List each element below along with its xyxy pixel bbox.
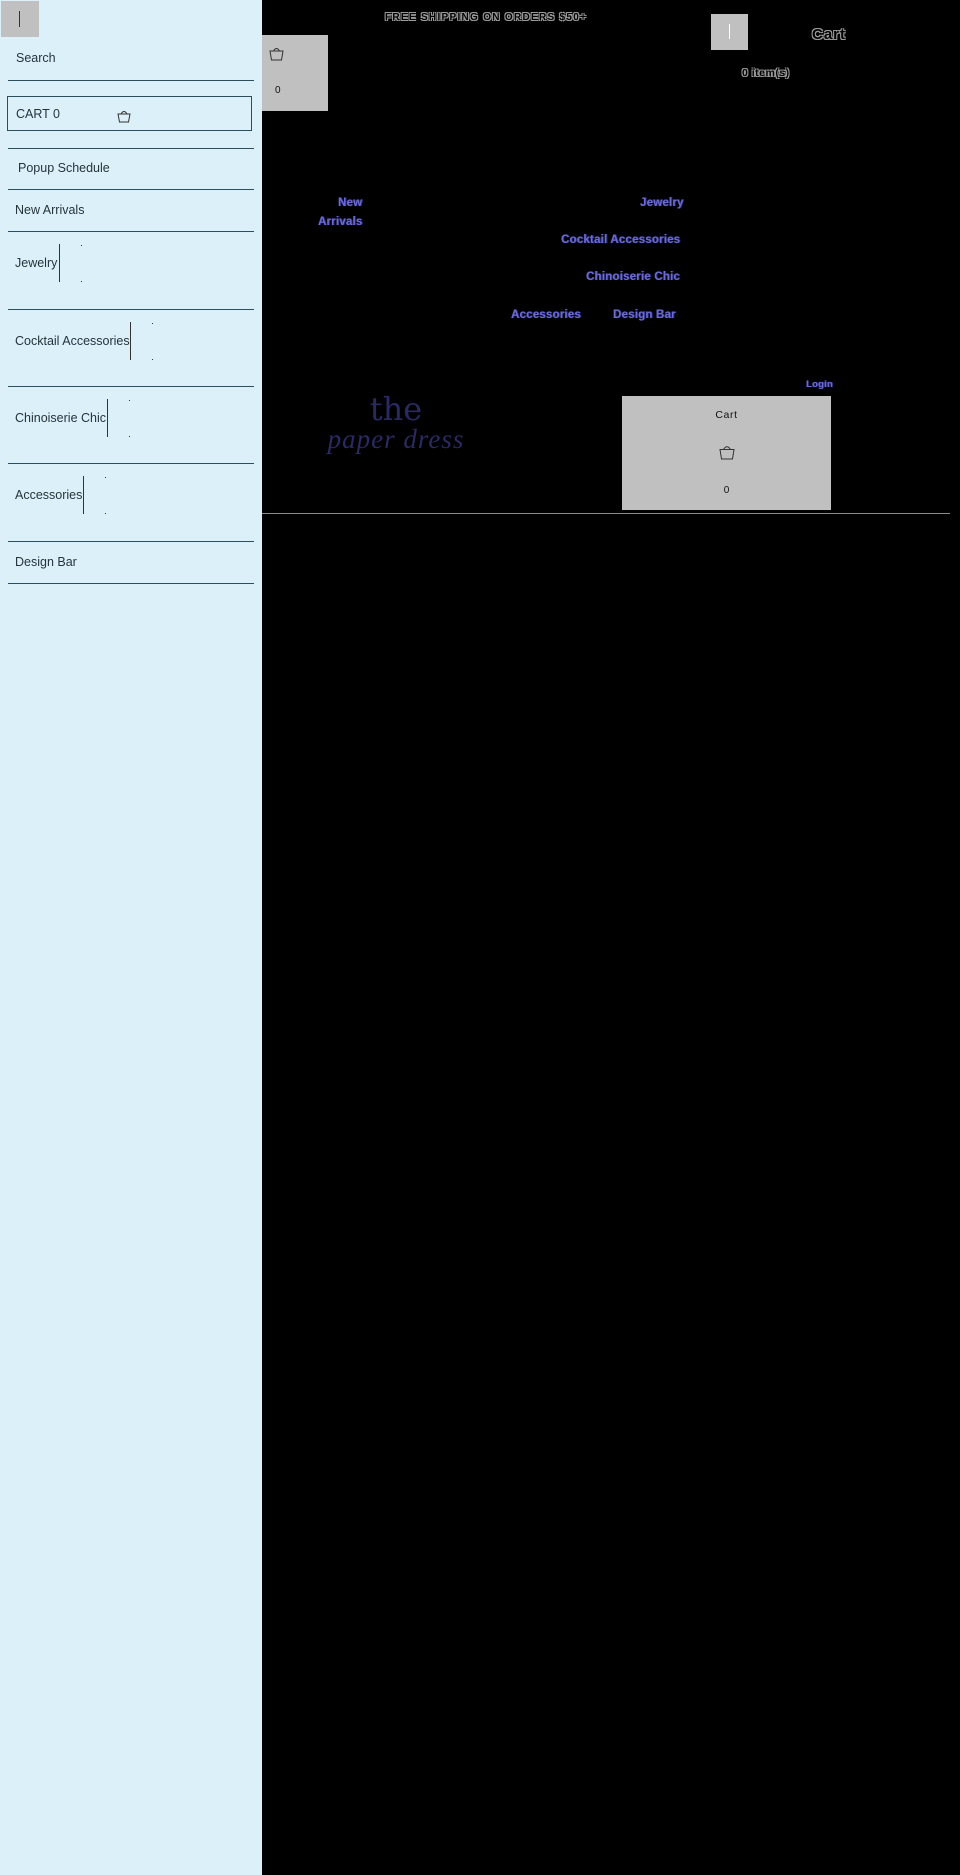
divider <box>8 386 254 387</box>
drawer-item-new-arrivals[interactable]: New Arrivals <box>15 203 84 217</box>
nav-jewelry[interactable]: Jewelry <box>640 197 684 209</box>
drawer-item-popup-schedule[interactable]: Popup Schedule <box>18 161 110 175</box>
chevron-up-icon <box>129 400 130 401</box>
chevron-down-icon <box>129 436 130 437</box>
site-logo[interactable]: the paper dress <box>316 393 476 463</box>
drawer-search-link[interactable]: Search <box>16 51 56 65</box>
nav-design-bar[interactable]: Design Bar <box>613 309 676 321</box>
chevron-up-icon <box>81 245 82 246</box>
divider <box>8 148 254 149</box>
drawer-item-chinoiserie-chic[interactable]: Chinoiserie Chic <box>15 411 106 425</box>
drawer-item-design-bar[interactable]: Design Bar <box>15 555 77 569</box>
chevron-down-icon <box>105 513 106 514</box>
divider <box>8 541 254 542</box>
nav-chinoiserie-chic[interactable]: Chinoiserie Chic <box>586 271 680 283</box>
shopping-bag-icon <box>719 446 735 460</box>
side-drawer: Search CART 0 Popup Schedule New Arrival… <box>0 0 262 1875</box>
close-icon <box>19 11 20 27</box>
divider <box>8 80 254 81</box>
chevron-down-icon <box>152 359 153 360</box>
submenu-toggle[interactable] <box>130 322 131 360</box>
divider <box>8 231 254 232</box>
divider <box>8 189 254 190</box>
logo-line-the: the <box>369 390 423 428</box>
submenu-toggle[interactable] <box>59 244 60 282</box>
divider <box>8 583 254 584</box>
chevron-down-icon <box>81 281 82 282</box>
announcement-bar: FREE SHIPPING ON ORDERS $50+ <box>385 12 588 23</box>
login-link[interactable]: Login <box>806 379 833 390</box>
header-cart-button[interactable]: 0 <box>262 35 328 111</box>
drawer-item-jewelry[interactable]: Jewelry <box>15 256 57 270</box>
cart-card[interactable]: Cart 0 <box>622 396 831 510</box>
submenu-toggle[interactable] <box>83 476 84 514</box>
drawer-item-cocktail-accessories[interactable]: Cocktail Accessories <box>15 334 130 348</box>
nav-new-arrivals-line1[interactable]: New <box>338 197 362 209</box>
drawer-close-button[interactable] <box>1 1 39 37</box>
shopping-bag-icon <box>269 48 284 61</box>
header-cart-count: 0 <box>275 85 281 96</box>
divider <box>8 309 254 310</box>
nav-cocktail-accessories[interactable]: Cocktail Accessories <box>561 234 680 246</box>
nav-accessories[interactable]: Accessories <box>511 309 581 321</box>
submenu-toggle[interactable] <box>107 399 108 437</box>
logo-line-paper-dress: paper dress <box>327 424 465 454</box>
chevron-up-icon <box>152 323 153 324</box>
nav-new-arrivals-line2[interactable]: Arrivals <box>318 216 362 228</box>
menu-button[interactable] <box>711 14 748 50</box>
header-divider <box>262 513 950 514</box>
cart-items-count: 0 item(s) <box>742 67 790 79</box>
cart-card-title: Cart <box>715 409 738 421</box>
drawer-cart-label: CART 0 <box>16 107 61 121</box>
cart-card-count: 0 <box>723 485 730 496</box>
divider <box>8 463 254 464</box>
shopping-bag-icon <box>117 111 131 123</box>
drawer-cart-button[interactable]: CART 0 <box>7 96 252 131</box>
chevron-up-icon <box>105 477 106 478</box>
header-cart-link[interactable]: Cart <box>812 26 846 43</box>
drawer-item-accessories[interactable]: Accessories <box>15 488 82 502</box>
menu-icon <box>729 24 730 39</box>
